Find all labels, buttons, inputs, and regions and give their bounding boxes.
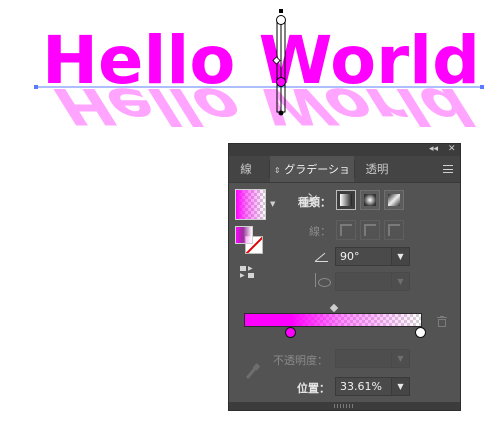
path-anchor-left[interactable]: [34, 85, 38, 89]
aspect-ratio-icon: [314, 273, 331, 289]
freeform-gradient-button[interactable]: [384, 190, 404, 210]
position-field[interactable]: 33.61% ▼: [335, 377, 410, 396]
double-chevron-left-icon[interactable]: ◂◂: [429, 143, 438, 155]
stroke-label: 線：: [309, 225, 331, 238]
panel-titlebar[interactable]: ◂◂ ✕: [229, 144, 460, 156]
fill-stroke-toggle[interactable]: [235, 226, 265, 256]
opacity-field[interactable]: ▼: [335, 349, 410, 368]
panel-resize-bar[interactable]: [229, 402, 460, 410]
tab-stroke[interactable]: 線: [229, 156, 263, 182]
angle-icon: [314, 250, 329, 262]
position-label: 位置：: [297, 382, 330, 395]
chevron-down-icon[interactable]: ▼: [391, 248, 409, 265]
gradient-panel: ◂◂ ✕ 線 ⇕ グラデーション 透明 ▼ ▶ ▶ 種類： 線： 90° ▼ ▼…: [228, 143, 461, 411]
gradient-stop-start[interactable]: [285, 327, 296, 338]
tab-transparency-label: 透明: [365, 162, 389, 176]
updown-arrow-icon: ⇕: [273, 166, 281, 175]
panel-tab-bar: 線 ⇕ グラデーション 透明: [229, 156, 460, 204]
close-icon[interactable]: ✕: [448, 143, 456, 155]
position-value[interactable]: 33.61%: [340, 379, 382, 395]
tab-gradient[interactable]: ⇕ グラデーション: [270, 156, 354, 204]
annotator-end-square[interactable]: [279, 9, 283, 13]
trash-icon[interactable]: [437, 316, 447, 327]
angle-value[interactable]: 90°: [340, 249, 360, 265]
radial-gradient-button[interactable]: [360, 190, 380, 210]
fill-gradient-swatch[interactable]: [235, 226, 253, 244]
annotator-origin-dot[interactable]: [278, 110, 284, 116]
gradient-swatch[interactable]: [235, 189, 266, 220]
annotator-start-stop[interactable]: [276, 77, 286, 87]
gradient-slider-bar[interactable]: [244, 313, 422, 327]
tab-stroke-label: 線: [240, 162, 252, 176]
gradient-midpoint-diamond[interactable]: [329, 303, 339, 313]
gradient-stop-end[interactable]: [415, 327, 426, 338]
angle-field[interactable]: 90° ▼: [335, 247, 410, 266]
aspect-ratio-field[interactable]: ▼: [335, 272, 410, 291]
opacity-label: 不透明度：: [273, 354, 328, 367]
eyedropper-icon[interactable]: [245, 363, 261, 380]
artboard-canvas[interactable]: Hello World Hello World: [0, 0, 493, 140]
swatch-dropdown-icon[interactable]: ▼: [270, 200, 275, 208]
linear-gradient-button[interactable]: [336, 190, 356, 210]
stroke-gradient-within-button[interactable]: [336, 220, 356, 240]
chevron-down-icon[interactable]: ▼: [391, 378, 409, 395]
annotator-end-stop[interactable]: [276, 15, 286, 25]
chevron-down-icon[interactable]: ▼: [391, 273, 409, 290]
type-label: 種類：: [298, 196, 331, 209]
path-anchor-right[interactable]: [480, 85, 484, 89]
chevron-down-icon[interactable]: ▼: [391, 350, 409, 367]
stroke-gradient-along-button[interactable]: [360, 220, 380, 240]
hamburger-menu-icon[interactable]: [443, 165, 453, 173]
reverse-gradient-icon[interactable]: ▶ ▶: [240, 266, 256, 280]
tab-transparency[interactable]: 透明: [357, 156, 397, 182]
reflection-fade: [0, 88, 493, 133]
stroke-gradient-across-button[interactable]: [384, 220, 404, 240]
